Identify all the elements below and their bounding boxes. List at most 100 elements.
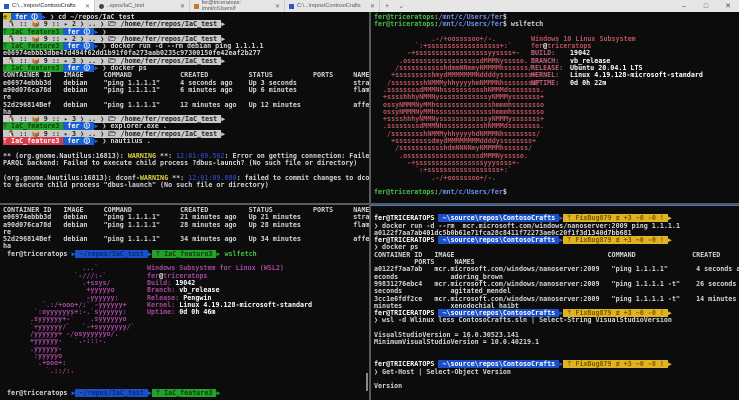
minimize-button[interactable]: – [673,0,695,12]
info-value: 0d 0h 46m [179,308,216,317]
scrollbar[interactable] [366,373,368,391]
ascii-logo: ...` `-///:-` .+ssys/ +yyyyyo -yyyyyy: `… [30,265,135,375]
terminal-line: fer@triceratops:/mnt/c/Users/fer$ [374,189,507,196]
terminal-text: 52d296814Bef debian "ping 1.1.1.1" 34 mi… [3,235,369,244]
terminal-line: fer@triceratops ▶ ~/repos/IaC_test ▶ ᛘ I… [3,388,221,397]
terminal-text: PARQL backend: Failed to execute child p… [3,158,358,167]
tab-contosocrafts[interactable]: C:\...\repos\ContosoCrafts ✕ [285,0,380,12]
info-row: Uptime: 0d 0h 46m [147,308,312,317]
terminal-text: fer 🛈 [63,137,95,146]
terminal-text: $ wslfetch [502,20,544,29]
terminal-line: ❯ Get-Host | Select-Object Version [374,367,736,376]
terminal-line: a90d076ca78d debian "ping 1.1.1.1" 6 min… [3,85,369,94]
terminal-text: ᛘ IaC_feature3 [3,137,64,146]
terminal-text: a90d076ca78d debian "ping 1.1.1.1" 28 mi… [3,220,369,229]
terminal-text: a90d076ca78d debian "ping 1.1.1.1" 6 min… [3,85,369,94]
terminal-text: [12:07] [672,360,739,368]
system-info: Windows Subsystem for Linux (WSL2) fer@tr… [147,265,312,316]
terminal-line: ᛘ IaC_feature3 fer 🛈 ▶ ❯ nautilus . [3,137,366,146]
tab-title: ..epos/IaC_test [107,3,144,9]
terminal-line: a90d076ca78d debian "ping 1.1.1.1" 28 mi… [3,220,369,229]
powerline-separator: ▶ [221,115,226,124]
terminal-line: fer@triceratops ▶ ~/repos/IaC_test ▶ ᛘ I… [3,249,366,258]
terminal-text: fer@triceratops [374,20,435,29]
tab-bar: C:\...\repos\ContosoCrafts ✕ ..epos/IaC_t… [0,0,739,12]
terminal-text: ᛘ FixBug879 ≢ +3 ~0 -0 ! [563,236,668,245]
tab-close-icon[interactable]: ✕ [370,3,375,10]
system-info: Windows 10 Linux Subsystem fer@triceratop… [531,35,703,87]
terminal-text: /mnt/c/Users/fer [438,20,503,29]
terminal-line: ❯ wsl -d Wlinux less ContosoCrafts.sln |… [374,317,736,324]
terminal-line: Version [374,382,736,391]
terminal-text: fer@triceratops [3,249,72,258]
terminal-line: fer@TRICERATOPS ~\source\repos\ContosoCr… [374,236,739,245]
terminal-text: MinimumVisualStudioVersion = 10.0.40219.… [374,338,540,347]
powershell-icon [289,3,294,9]
end-prompt: fer@triceratops ▶ ~/repos/IaC_test ▶ ᛘ I… [3,388,221,397]
tab-close-icon[interactable]: ✕ [275,3,280,10]
terminal-text: /mnt/c/Users/fer [438,188,503,197]
terminal-text: Version [374,382,403,391]
info-key: UPTIME: [531,78,560,87]
info-value: 0d 0h 22m [570,78,607,87]
tab-title: C:\...\repos\ContosoCrafts [12,3,76,9]
terminal-text: to execute child process "dbus-launch" (… [3,180,269,189]
tab-title: C:\...\repos\ContosoCrafts [297,3,361,9]
tab-ubuntu[interactable]: fer@triceratops: /mnt/c/Users/f ✕ [190,0,285,12]
terminal-text: fer@triceratops [3,388,72,397]
tab-contosocrafts-active[interactable]: C:\...\repos\ContosoCrafts ✕ [0,0,95,12]
end-prompt: fer@triceratops:/mnt/c/Users/fer$ [374,189,507,196]
ascii-logo: .-/+oossssoo+/-. `:+ssssssssssssssssss+:… [379,35,544,182]
terminal-text: wslfetch [220,249,257,258]
tab-title: fer@triceratops: /mnt/c/Users/f [201,0,241,12]
powerline-separator: ▶ [216,388,221,397]
info-userhost: fer@triceratops [531,43,703,50]
terminal-text: ~/repos/IaC_test [75,249,148,258]
terminal-line: 52d296814Bef debian "ping 1.1.1.1" 34 mi… [3,235,369,244]
tab-close-icon[interactable]: ✕ [180,3,185,10]
powerline-separator: ▶ [221,129,226,138]
terminal-text: ᛘ FixBug879 ≢ +3 ~0 -0 ! [563,360,668,369]
terminal-text: [12:06] [672,214,739,222]
powerline-separator: ▶ [221,20,226,29]
pane-divider-vertical[interactable] [369,12,371,400]
terminal-pane-iac-test[interactable]: ☢ fer 🛈 ▶ ❯ cd ~/repos/IaC_test 🐧 :: 📦 9… [0,12,369,203]
terminal-text: $ [502,188,507,197]
terminal-text: ᛘ IaC_feature3 [152,388,217,397]
terminal-text: ❯ nautilus . [98,137,151,146]
terminal-text: ~/repos/IaC_test [75,388,148,397]
powerline-separator: ▶ [221,56,226,65]
terminal-text: ❯ wsl -d Wlinux less ContosoCrafts.sln |… [374,316,672,325]
powershell-icon [4,3,9,9]
terminal-text: ❯ Get-Host | Select-Object Version [374,367,511,376]
terminal-text: [12:07] [672,309,739,317]
info-key: Uptime: [147,308,176,317]
maximize-button[interactable]: □ [695,0,717,12]
terminal-line: PARQL backend: Failed to execute child p… [3,158,366,167]
terminal-text: ᛘ IaC_feature3 [152,249,217,258]
terminal-text: fer@triceratops [374,188,435,197]
linux-icon [99,3,104,9]
close-window-button[interactable]: ✕ [717,0,739,12]
terminal-text: [12:07] [672,236,739,244]
terminal-pane-pengwin[interactable]: CONTAINER ID IMAGE COMMAND CREATED STATU… [0,205,369,400]
pane-divider-horizontal[interactable] [0,203,739,205]
ascii-logo-line: .-/+oossssoo+/-. [379,173,496,182]
tab-close-icon[interactable]: ✕ [85,3,90,10]
terminal-line: MinimumVisualStudioVersion = 10.0.40219.… [374,339,736,346]
ascii-logo-line: `.::/:. [30,366,75,375]
terminal-text: 52d296814Bef debian "ping 1.1.1.1" 12 mi… [3,100,369,109]
ubuntu-icon [194,3,199,9]
new-tab-button[interactable]: + [380,0,394,12]
terminal-text: ~\source\repos\ContosoCrafts [438,236,560,245]
terminal-line: to execute child process "dbus-launch" (… [3,180,366,189]
terminal-line: 52d296814Bef debian "ping 1.1.1.1" 12 mi… [3,100,369,109]
info-row: UPTIME: 0d 0h 22m [531,78,703,87]
terminal-pane-powershell[interactable]: fer@TRICERATOPS ~\source\repos\ContosoCr… [371,205,739,400]
tab-dropdown-button[interactable]: ⌄ [394,0,408,12]
terminal-line: fer@triceratops:/mnt/c/Users/fer$ wslfet… [374,21,736,28]
tab-iac-test[interactable]: ..epos/IaC_test ✕ [95,0,190,12]
terminal-pane-ubuntu[interactable]: fer@triceratops:/mnt/c/Users/fer$ fer@tri… [371,12,739,203]
